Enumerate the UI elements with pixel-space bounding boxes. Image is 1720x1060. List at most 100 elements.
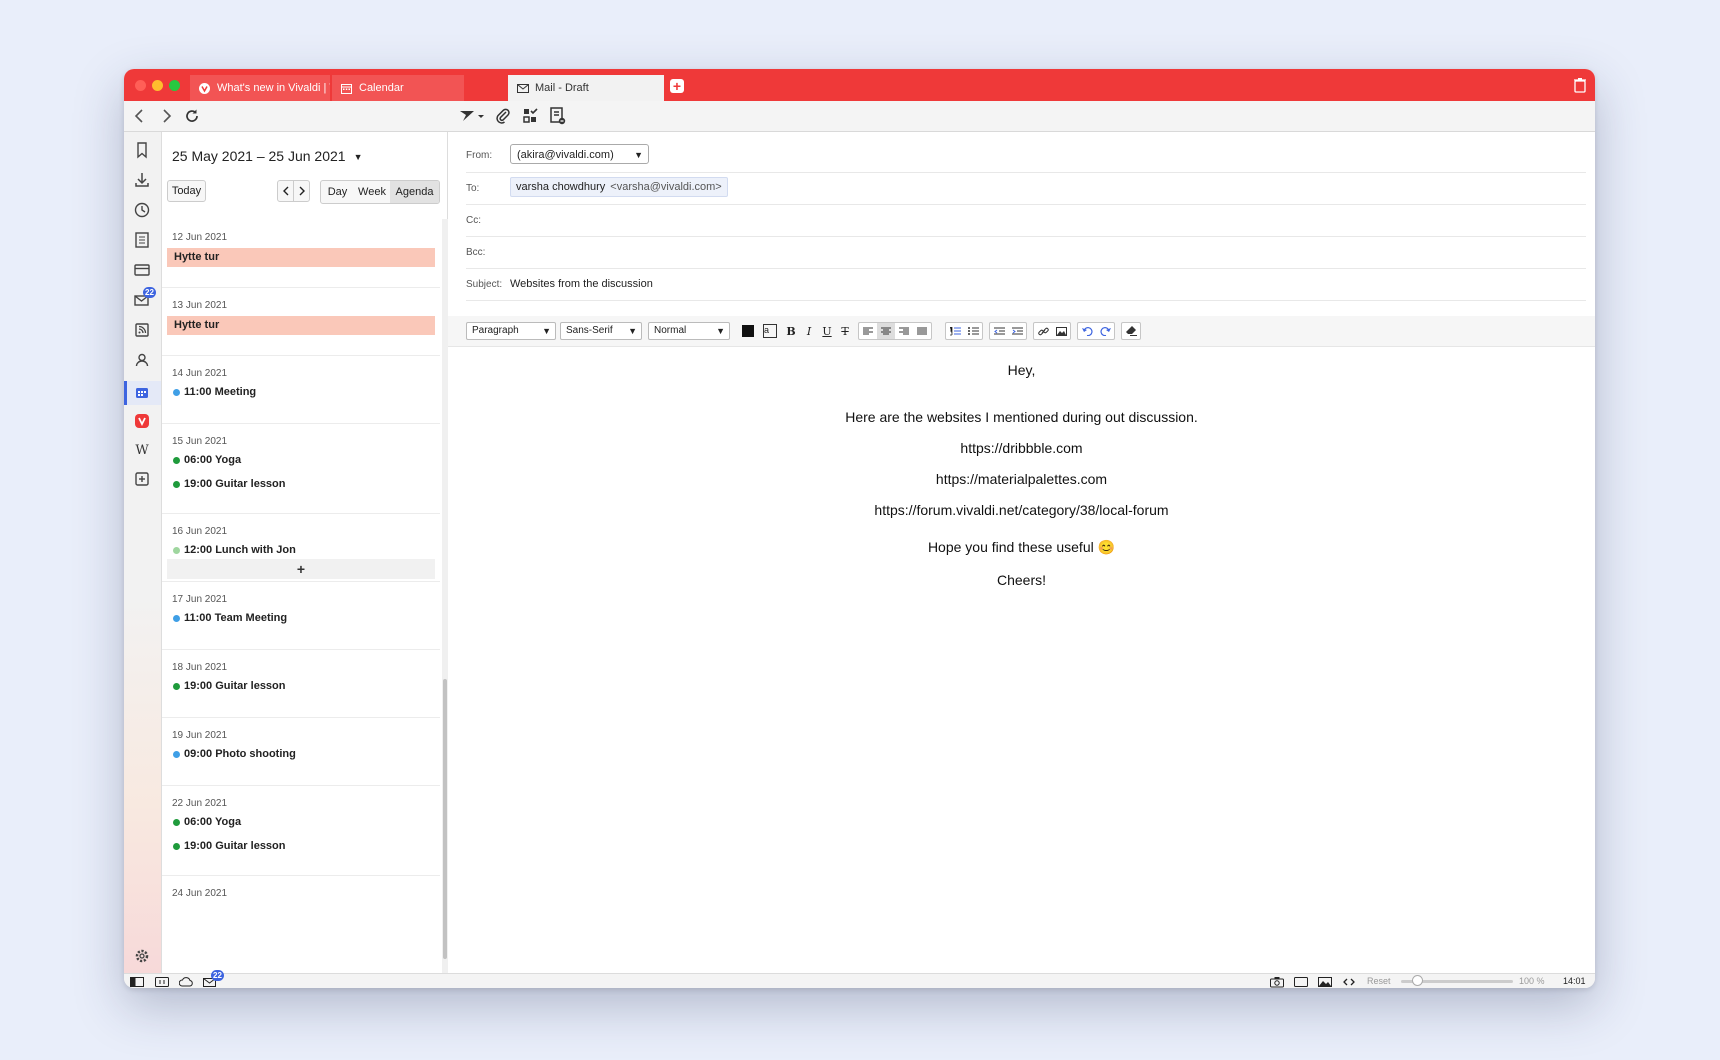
align-center-icon[interactable] bbox=[877, 323, 895, 339]
indent-icon[interactable] bbox=[1008, 323, 1026, 339]
reload-icon[interactable] bbox=[182, 106, 202, 126]
notes-icon[interactable] bbox=[133, 231, 151, 249]
italic-icon[interactable]: I bbox=[800, 323, 818, 339]
cc-row[interactable]: Cc: bbox=[466, 204, 1586, 237]
from-select[interactable]: (akira@vivaldi.com) ▼ bbox=[510, 144, 649, 164]
tab-tiling-icon[interactable] bbox=[155, 975, 169, 987]
subject-input[interactable]: Websites from the discussion bbox=[510, 278, 653, 290]
insert-image-icon[interactable] bbox=[1052, 323, 1070, 339]
font-family-select[interactable]: Sans-Serif ▼ bbox=[560, 322, 642, 340]
zoom-reset-button[interactable]: Reset bbox=[1367, 976, 1391, 986]
calendar-icon[interactable] bbox=[124, 381, 161, 405]
underline-icon[interactable]: U bbox=[818, 323, 836, 339]
font-family-value: Sans-Serif bbox=[566, 325, 613, 336]
zoom-slider-knob[interactable] bbox=[1411, 975, 1423, 986]
images-icon[interactable] bbox=[1318, 975, 1332, 987]
calendar-icon bbox=[341, 83, 352, 94]
highlight-color-icon[interactable]: a bbox=[761, 323, 779, 339]
recipient-name: varsha chowdhury bbox=[516, 181, 606, 193]
agenda-day: 24 Jun 2021 bbox=[162, 875, 440, 973]
tab-label: What's new in Vivaldi | Viv bbox=[217, 82, 330, 94]
align-left-icon[interactable] bbox=[859, 323, 877, 339]
minimize-window-button[interactable] bbox=[152, 80, 163, 91]
download-icon[interactable] bbox=[133, 171, 151, 189]
feeds-icon[interactable] bbox=[133, 321, 151, 339]
link-icon[interactable] bbox=[1034, 323, 1052, 339]
wikipedia-icon[interactable]: W bbox=[133, 442, 151, 460]
capture-icon[interactable] bbox=[1270, 975, 1284, 988]
block-format-select[interactable]: Paragraph ▼ bbox=[466, 322, 556, 340]
zoom-slider[interactable] bbox=[1401, 975, 1513, 986]
bcc-label: Bcc: bbox=[466, 247, 486, 258]
view-agenda-button[interactable]: Agenda bbox=[390, 181, 439, 203]
bold-icon[interactable]: B bbox=[782, 323, 800, 339]
clear-format-icon[interactable] bbox=[1122, 323, 1140, 339]
view-week-button[interactable]: Week bbox=[354, 181, 390, 203]
agenda-date: 16 Jun 2021 bbox=[172, 526, 228, 537]
new-tab-button[interactable]: + bbox=[670, 79, 684, 93]
prev-range-button[interactable] bbox=[277, 180, 294, 202]
history-icon[interactable] bbox=[133, 201, 151, 219]
agenda-event[interactable]: 11:00 Team Meeting bbox=[173, 612, 287, 624]
redo-icon[interactable] bbox=[1096, 323, 1114, 339]
event-color-dot bbox=[173, 456, 180, 464]
bookmark-icon[interactable] bbox=[133, 141, 151, 159]
tab-mail-draft[interactable]: Mail - Draft bbox=[508, 75, 664, 101]
window-icon[interactable] bbox=[1294, 975, 1308, 987]
agenda-event[interactable]: 06:00 Yoga bbox=[173, 816, 241, 828]
agenda-event[interactable]: 11:00 Meeting bbox=[173, 386, 256, 398]
contacts-icon[interactable] bbox=[133, 351, 151, 369]
agenda-day: 16 Jun 2021 12:00 Lunch with Jon + bbox=[162, 513, 440, 582]
agenda-event[interactable]: 12:00 Lunch with Jon bbox=[173, 544, 296, 556]
agenda-date: 15 Jun 2021 bbox=[172, 436, 228, 447]
agenda-event[interactable]: Hytte tur bbox=[167, 316, 435, 335]
add-event-button[interactable]: + bbox=[167, 559, 435, 579]
agenda-event[interactable]: 06:00 Yoga bbox=[173, 454, 241, 466]
text-color-icon[interactable] bbox=[739, 323, 757, 339]
scrollbar-thumb[interactable] bbox=[443, 679, 447, 959]
reading-list-icon[interactable] bbox=[133, 261, 151, 279]
gear-icon[interactable] bbox=[133, 947, 151, 965]
align-right-icon[interactable] bbox=[895, 323, 913, 339]
mail-icon[interactable]: 22 bbox=[133, 287, 156, 309]
align-justify-icon[interactable] bbox=[913, 323, 931, 339]
outdent-icon[interactable] bbox=[990, 323, 1008, 339]
agenda-event[interactable]: Hytte tur bbox=[167, 248, 435, 267]
strikethrough-icon[interactable]: T bbox=[836, 323, 854, 339]
tab-whats-new[interactable]: What's new in Vivaldi | Viv bbox=[190, 75, 330, 101]
today-button[interactable]: Today bbox=[167, 180, 206, 202]
text-style-group: B I U T bbox=[782, 322, 854, 340]
attach-icon[interactable] bbox=[493, 106, 513, 126]
recipient-chip[interactable]: varsha chowdhury <varsha@vivaldi.com> bbox=[510, 177, 728, 197]
mail-status-icon[interactable]: 22 bbox=[203, 970, 224, 987]
back-icon[interactable] bbox=[130, 106, 150, 126]
tab-calendar[interactable]: Calendar bbox=[332, 75, 464, 101]
event-color-dot bbox=[173, 614, 180, 622]
from-value: (akira@vivaldi.com) bbox=[517, 149, 614, 161]
agenda-event[interactable]: 19:00 Guitar lesson bbox=[173, 840, 286, 852]
next-range-button[interactable] bbox=[293, 180, 310, 202]
numbered-list-icon[interactable] bbox=[946, 323, 964, 339]
close-window-button[interactable] bbox=[135, 80, 146, 91]
add-panel-icon[interactable] bbox=[133, 470, 151, 488]
forward-icon[interactable] bbox=[156, 106, 176, 126]
agenda-event[interactable]: 19:00 Guitar lesson bbox=[173, 478, 286, 490]
save-draft-icon[interactable] bbox=[548, 106, 568, 126]
bullet-list-icon[interactable] bbox=[964, 323, 982, 339]
agenda-event[interactable]: 09:00 Photo shooting bbox=[173, 748, 296, 760]
panel-toggle-icon[interactable] bbox=[130, 975, 144, 987]
font-size-select[interactable]: Normal ▼ bbox=[648, 322, 730, 340]
vivaldi-panel-icon[interactable] bbox=[133, 412, 151, 430]
zoom-window-button[interactable] bbox=[169, 80, 180, 91]
view-day-button[interactable]: Day bbox=[321, 181, 354, 203]
page-actions-icon[interactable] bbox=[1342, 975, 1356, 987]
sync-cloud-icon[interactable] bbox=[178, 975, 193, 987]
agenda-event[interactable]: 19:00 Guitar lesson bbox=[173, 680, 286, 692]
undo-icon[interactable] bbox=[1078, 323, 1096, 339]
date-range-selector[interactable]: 25 May 2021 – 25 Jun 2021 ▼ bbox=[172, 148, 363, 164]
send-icon[interactable] bbox=[458, 106, 486, 126]
checklist-icon[interactable] bbox=[521, 106, 541, 126]
trash-icon[interactable] bbox=[1573, 77, 1587, 93]
bcc-row[interactable]: Bcc: bbox=[466, 236, 1586, 269]
to-label: To: bbox=[466, 183, 480, 194]
